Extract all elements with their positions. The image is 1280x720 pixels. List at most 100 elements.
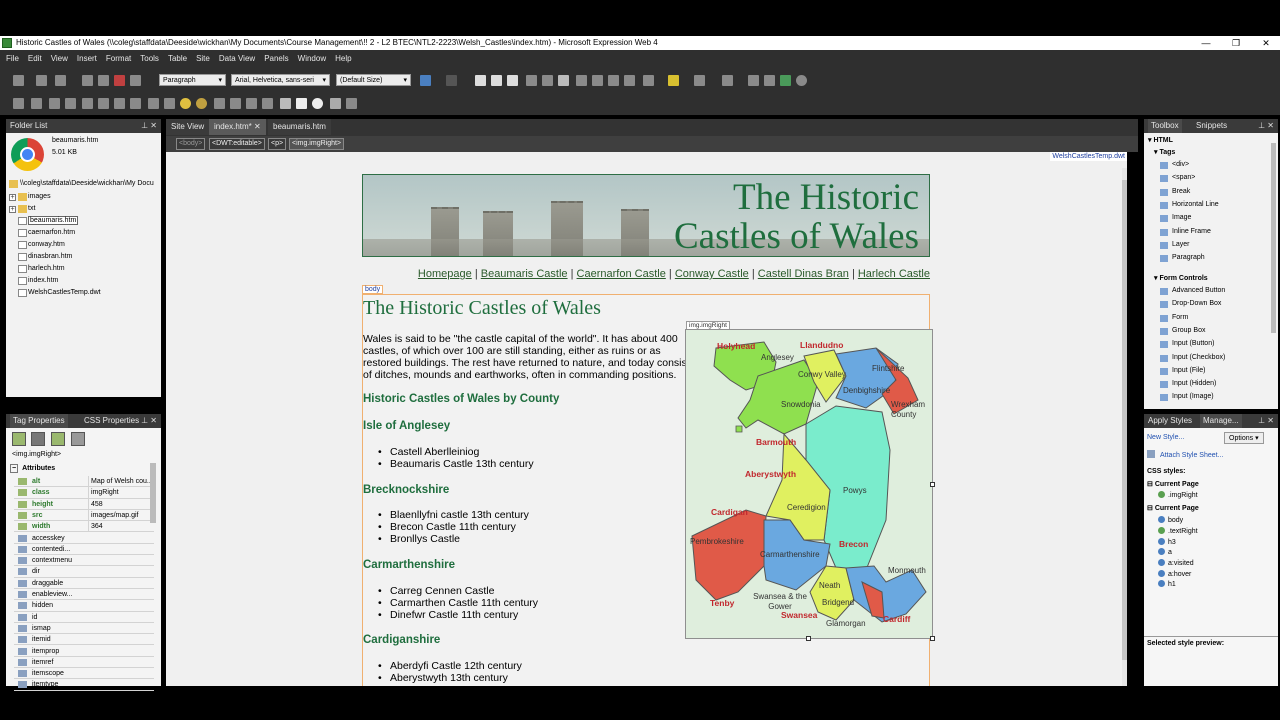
borders-icon[interactable] <box>643 75 654 86</box>
scrollbar[interactable] <box>150 463 156 523</box>
tool-span[interactable]: <span> <box>1160 174 1195 182</box>
circle-hotspot-icon[interactable] <box>312 98 323 109</box>
flip-horizontal-icon[interactable] <box>114 98 125 109</box>
tool-paragraph[interactable]: Paragraph <box>1160 254 1205 262</box>
new-folder-icon[interactable] <box>36 75 47 86</box>
save-all-icon[interactable] <box>98 75 109 86</box>
attribute-row[interactable]: ismap <box>14 623 154 635</box>
panel-pin-close-icon[interactable]: ⊥ ✕ <box>141 119 157 133</box>
bullets-icon[interactable] <box>592 75 603 86</box>
attribute-row[interactable]: alt Map of Welsh cou... <box>14 476 154 488</box>
tab-beaumaris[interactable]: beaumaris.htm <box>268 119 331 135</box>
panel-pin-close-icon[interactable]: ⊥ ✕ <box>141 414 157 428</box>
hyperlink-icon[interactable] <box>780 75 791 86</box>
align-left-icon[interactable] <box>526 75 537 86</box>
folder-item-dinasbran[interactable]: dinasbran.htm <box>28 253 72 260</box>
menu-help[interactable]: Help <box>332 50 354 67</box>
nav-caernarfon[interactable]: Caernarfon Castle <box>577 268 666 280</box>
style-a-hover[interactable]: a:hover <box>1158 570 1191 578</box>
tool-advanced-button[interactable]: Advanced Button <box>1160 287 1225 295</box>
menu-table[interactable]: Table <box>165 50 190 67</box>
folder-item-beaumaris[interactable]: beaumaris.htm <box>28 216 79 225</box>
new-style-link[interactable]: New Style... <box>1147 434 1184 441</box>
insert-picture-icon[interactable] <box>13 98 24 109</box>
menu-window[interactable]: Window <box>295 50 329 67</box>
show-set-properties-icon[interactable] <box>51 432 65 446</box>
tool-input-hidden[interactable]: Input (Hidden) <box>1160 380 1216 388</box>
attribute-row[interactable]: src images/map.gif <box>14 509 154 522</box>
expand-icon[interactable]: + <box>9 194 16 201</box>
tab-tag-properties[interactable]: Tag Properties <box>10 414 68 428</box>
increase-indent-icon[interactable] <box>624 75 635 86</box>
close-tab-icon[interactable]: ✕ <box>254 122 261 131</box>
select-icon[interactable] <box>280 98 291 109</box>
highlight-icon[interactable] <box>668 75 679 86</box>
folder-item-conway[interactable]: conway.htm <box>28 241 65 248</box>
tool-div[interactable]: <div> <box>1160 161 1189 169</box>
undo-icon[interactable] <box>420 75 431 86</box>
bring-forward-icon[interactable] <box>49 98 60 109</box>
tool-break[interactable]: Break <box>1160 188 1190 196</box>
attribute-value[interactable]: 364 <box>88 521 154 533</box>
tool-input-button[interactable]: Input (Button) <box>1160 340 1214 348</box>
options-button[interactable]: Options ▾ <box>1224 432 1264 444</box>
decrease-indent-icon[interactable] <box>608 75 619 86</box>
crumb-body[interactable]: <body> <box>176 138 206 150</box>
rectangle-hotspot-icon[interactable] <box>296 98 307 109</box>
publish-icon[interactable] <box>114 75 125 86</box>
panel-pin-close-icon[interactable]: ⊥ ✕ <box>1258 414 1274 428</box>
current-page-group[interactable]: ⊟ Current Page <box>1147 504 1199 512</box>
menu-site[interactable]: Site <box>193 50 213 67</box>
folder-item-template[interactable]: WelshCastlesTemp.dwt <box>28 289 101 296</box>
tab-toolbox[interactable]: Toolbox <box>1148 119 1182 133</box>
tool-horizontal-line[interactable]: Horizontal Line <box>1160 201 1219 209</box>
attribute-row[interactable]: draggable <box>14 578 154 589</box>
send-backward-icon[interactable] <box>65 98 76 109</box>
form-controls-group[interactable]: ▾ Form Controls <box>1154 274 1208 282</box>
style-a-visited[interactable]: a:visited <box>1158 559 1194 567</box>
attribute-value[interactable]: images/map.gif <box>88 509 154 521</box>
tab-site-view[interactable]: Site View <box>166 119 210 135</box>
menu-tools[interactable]: Tools <box>137 50 162 67</box>
align-right-icon[interactable] <box>558 75 569 86</box>
align-center-icon[interactable] <box>542 75 553 86</box>
attribute-row[interactable]: itemid <box>14 634 154 646</box>
folder-item-harlech[interactable]: harlech.htm <box>28 265 65 272</box>
tab-manage-styles[interactable]: Manage... <box>1200 414 1242 428</box>
tool-input-checkbox[interactable]: Input (Checkbox) <box>1160 354 1225 362</box>
tags-group[interactable]: ▾ Tags <box>1154 148 1175 156</box>
less-contrast-icon[interactable] <box>164 98 175 109</box>
resize-handle[interactable] <box>930 482 935 487</box>
template-label[interactable]: WelshCastlesTemp.dwt <box>1050 152 1127 161</box>
attribute-row[interactable]: id <box>14 612 154 623</box>
attribute-row[interactable]: itemscope <box>14 668 154 680</box>
crumb-p[interactable]: <p> <box>268 138 287 150</box>
table-icon[interactable] <box>748 75 759 86</box>
close-icon[interactable]: ✕ <box>1252 36 1280 50</box>
open-icon[interactable] <box>55 75 66 86</box>
size-select[interactable]: (Default Size) <box>336 74 411 87</box>
line-style-icon[interactable] <box>230 98 241 109</box>
flip-vertical-icon[interactable] <box>130 98 141 109</box>
bold-icon[interactable] <box>475 75 486 86</box>
tool-group-box[interactable]: Group Box <box>1160 327 1205 335</box>
tool-layer[interactable]: Layer <box>1160 241 1190 249</box>
attribute-value[interactable]: imgRight <box>88 487 154 499</box>
attribute-row[interactable]: accesskey <box>14 533 154 544</box>
attribute-row[interactable]: hidden <box>14 600 154 612</box>
style-textright[interactable]: .textRight <box>1158 527 1198 535</box>
underline-icon[interactable] <box>507 75 518 86</box>
menu-panels[interactable]: Panels <box>261 50 291 67</box>
color-icon[interactable] <box>246 98 257 109</box>
attribute-row[interactable]: itemref <box>14 657 154 669</box>
menu-file[interactable]: File <box>3 50 22 67</box>
vertical-scrollbar[interactable] <box>1122 168 1127 686</box>
attribute-row[interactable]: itemtype <box>14 679 154 691</box>
style-body[interactable]: body <box>1158 516 1183 524</box>
crumb-img[interactable]: <img.imgRight> <box>289 138 345 150</box>
tool-image[interactable]: Image <box>1160 214 1191 222</box>
menu-data-view[interactable]: Data View <box>216 50 258 67</box>
redo-icon[interactable] <box>446 75 457 86</box>
wales-map-image[interactable]: Holyhead Llandudno Barmouth Aberystwyth … <box>685 329 935 641</box>
less-brightness-icon[interactable] <box>196 98 207 109</box>
